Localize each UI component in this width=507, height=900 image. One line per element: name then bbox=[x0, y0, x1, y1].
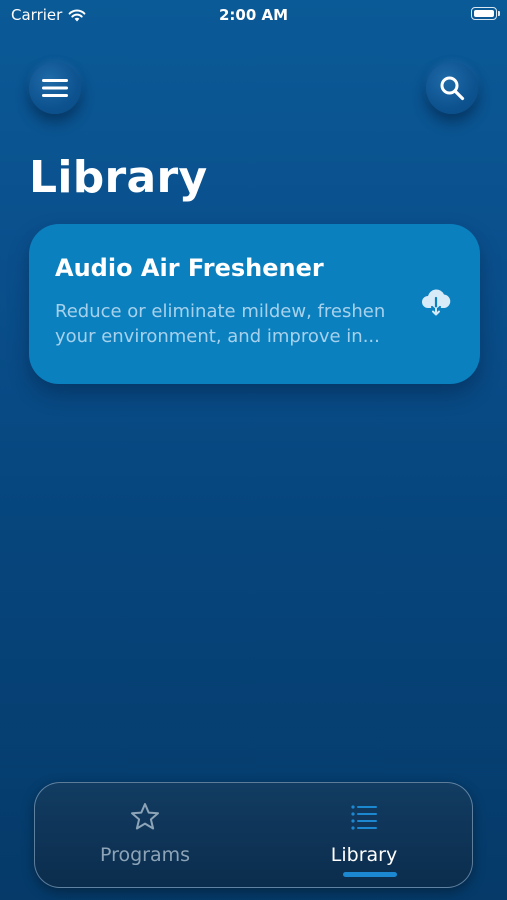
star-icon bbox=[131, 803, 159, 830]
tab-selected-indicator bbox=[343, 872, 397, 877]
status-bar: Carrier 2:00 AM bbox=[0, 0, 507, 30]
library-item-title: Audio Air Freshener bbox=[55, 254, 324, 282]
search-icon bbox=[440, 76, 465, 101]
page-title: Library bbox=[29, 152, 208, 203]
status-time: 2:00 AM bbox=[218, 6, 289, 24]
library-item-card[interactable]: Audio Air Freshener Reduce or eliminate … bbox=[29, 224, 480, 384]
search-button[interactable] bbox=[426, 62, 478, 114]
hamburger-menu-icon bbox=[42, 79, 68, 97]
menu-button[interactable] bbox=[29, 62, 81, 114]
tab-programs-label: Programs bbox=[99, 844, 191, 866]
cloud-download-icon[interactable] bbox=[419, 284, 453, 318]
battery-icon bbox=[471, 7, 500, 20]
tab-bar: Programs Library bbox=[34, 782, 473, 888]
tab-library-label: Library bbox=[330, 844, 398, 866]
list-icon bbox=[351, 805, 377, 830]
tab-programs[interactable]: Programs bbox=[35, 783, 255, 887]
library-item-description: Reduce or eliminate mildew, freshen your… bbox=[55, 301, 386, 347]
tab-library[interactable]: Library bbox=[254, 783, 474, 887]
